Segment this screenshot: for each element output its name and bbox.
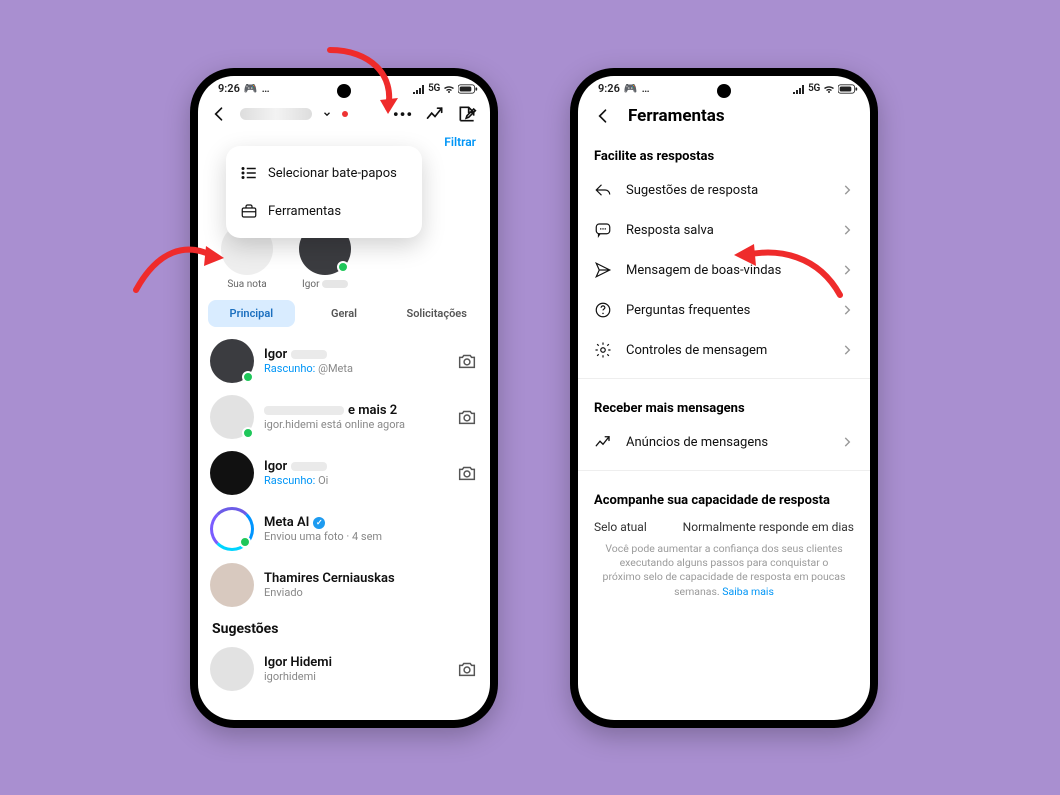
draft-label: Rascunho: <box>264 362 315 375</box>
suggestions-title: Sugestões <box>198 613 490 641</box>
group-title-facilitate: Facilite as respostas <box>578 135 870 170</box>
status-time: 9:26 <box>218 82 240 95</box>
menu-item-label: Selecionar bate-papos <box>268 166 397 181</box>
battery-icon <box>458 84 478 94</box>
tool-message-controls[interactable]: Controles de mensagem <box>578 330 870 370</box>
divider <box>578 378 870 379</box>
camera-icon[interactable] <box>456 658 478 680</box>
verified-badge-icon <box>313 517 325 529</box>
back-button[interactable] <box>208 103 230 125</box>
phone-left: 9:26 🎮 … 5G ••• <box>190 68 498 728</box>
chat-name: Igor <box>264 347 287 362</box>
chat-item[interactable]: Igor Rascunho: @Meta <box>198 333 490 389</box>
signal-icon <box>793 84 805 94</box>
group-title-receive: Receber mais mensagens <box>578 387 870 422</box>
chat-list[interactable]: Igor Rascunho: @Meta e mais 2 igor.hidem… <box>198 333 490 613</box>
camera-punchhole <box>717 84 731 98</box>
suggestion-item[interactable]: Igor Hidemi igorhidemi <box>198 641 490 697</box>
tool-label: Controles de mensagem <box>626 343 826 358</box>
chat-name: Meta AI <box>264 515 309 530</box>
chat-sub: Enviou uma foto · 4 sem <box>264 530 478 543</box>
network-label: 5G <box>808 83 820 94</box>
capacity-current-label: Selo atual <box>594 520 647 534</box>
group-title-capacity: Acompanhe sua capacidade de resposta <box>578 479 870 514</box>
draft-label: Rascunho: <box>264 474 315 487</box>
capacity-status-label: Normalmente responde em dias <box>683 520 854 534</box>
chevron-right-icon <box>840 435 854 449</box>
chevron-right-icon <box>840 343 854 357</box>
status-more-icon: … <box>642 82 650 95</box>
status-more-icon: … <box>262 82 270 95</box>
help-icon <box>594 301 612 319</box>
chat-name: Igor <box>264 459 287 474</box>
compose-button[interactable] <box>456 103 478 125</box>
online-dot-icon <box>239 536 251 548</box>
online-dot-icon <box>337 261 349 273</box>
back-button[interactable] <box>592 105 614 127</box>
chat-item[interactable]: Thamires Cerniauskas Enviado <box>198 557 490 613</box>
online-dot-icon <box>242 427 254 439</box>
gear-icon <box>594 341 612 359</box>
filter-link[interactable]: Filtrar <box>444 135 476 149</box>
menu-select-chats[interactable]: Selecionar bate-papos <box>226 154 422 192</box>
tab-requests[interactable]: Solicitações <box>393 300 480 327</box>
status-app-icon: 🎮 <box>244 82 258 95</box>
toolbox-icon <box>240 202 258 220</box>
suggestion-handle: igorhidemi <box>264 670 446 683</box>
more-options-menu: Selecionar bate-papos Ferramentas <box>226 146 422 238</box>
phone-right: 9:26 🎮 … 5G Ferramentas Facilite as resp… <box>570 68 878 728</box>
menu-tools[interactable]: Ferramentas <box>226 192 422 230</box>
camera-icon[interactable] <box>456 462 478 484</box>
signal-icon <box>413 84 425 94</box>
menu-item-label: Ferramentas <box>268 204 341 219</box>
reply-icon <box>594 181 612 199</box>
suggestion-name: Igor Hidemi <box>264 655 332 670</box>
chat-bubble-icon <box>594 221 612 239</box>
network-label: 5G <box>428 83 440 94</box>
tool-label: Anúncios de mensagens <box>626 435 826 450</box>
insights-button[interactable] <box>424 103 446 125</box>
trend-up-icon <box>594 433 612 451</box>
annotation-arrow-3 <box>718 230 848 310</box>
camera-icon[interactable] <box>456 406 478 428</box>
tools-header: Ferramentas <box>578 97 870 135</box>
capacity-row: Selo atual Normalmente responde em dias <box>578 514 870 534</box>
tab-general[interactable]: Geral <box>301 300 388 327</box>
chevron-right-icon <box>840 183 854 197</box>
tool-label: Sugestões de resposta <box>626 183 826 198</box>
divider <box>578 470 870 471</box>
learn-more-link[interactable]: Saiba mais <box>722 585 774 598</box>
list-icon <box>240 164 258 182</box>
chat-sub: igor.hidemi está online agora <box>264 418 446 431</box>
chat-sub: Enviado <box>264 586 478 599</box>
send-icon <box>594 261 612 279</box>
online-dot-icon <box>242 371 254 383</box>
chat-name: Thamires Cerniauskas <box>264 571 395 586</box>
draft-body: Oi <box>318 474 328 487</box>
capacity-message: Você pode aumentar a confiança dos seus … <box>578 534 870 599</box>
chat-item[interactable]: Igor Rascunho: Oi <box>198 445 490 501</box>
tool-reply-suggestions[interactable]: Sugestões de resposta <box>578 170 870 210</box>
wifi-icon <box>443 84 455 94</box>
chat-item[interactable]: e mais 2 igor.hidemi está online agora <box>198 389 490 445</box>
status-app-icon: 🎮 <box>624 82 638 95</box>
tab-primary[interactable]: Principal <box>208 300 295 327</box>
camera-icon[interactable] <box>456 350 478 372</box>
draft-body: @Meta <box>318 362 353 375</box>
inbox-tabs: Principal Geral Solicitações <box>198 296 490 333</box>
annotation-arrow-1 <box>300 40 410 130</box>
status-time: 9:26 <box>598 82 620 95</box>
battery-icon <box>838 84 858 94</box>
tool-message-ads[interactable]: Anúncios de mensagens <box>578 422 870 462</box>
page-title: Ferramentas <box>628 106 725 126</box>
wifi-icon <box>823 84 835 94</box>
chat-suffix: e mais 2 <box>348 403 397 418</box>
chat-item[interactable]: Meta AI Enviou uma foto · 4 sem <box>198 501 490 557</box>
annotation-arrow-2 <box>128 220 238 300</box>
story-name: Igor <box>302 279 319 290</box>
